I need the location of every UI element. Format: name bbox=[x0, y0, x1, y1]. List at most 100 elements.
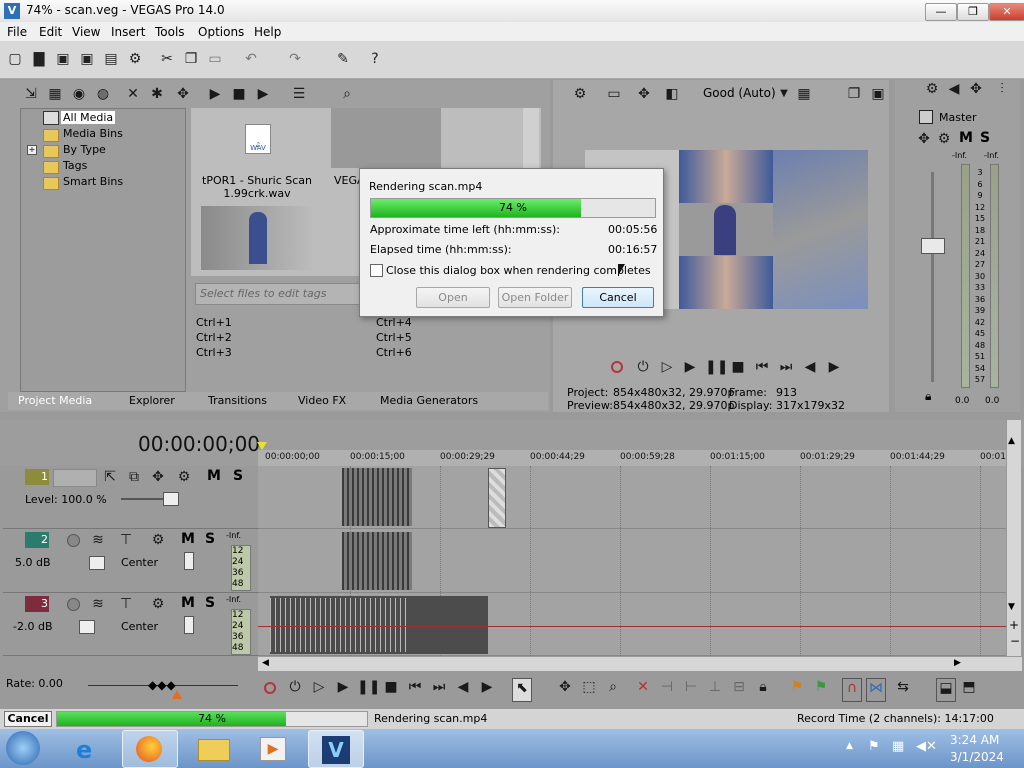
volume-slider-thumb[interactable] bbox=[89, 556, 105, 570]
trim-end-icon[interactable]: ⊢ bbox=[682, 678, 700, 700]
track-mute[interactable]: M bbox=[181, 531, 195, 547]
audio-events-2[interactable] bbox=[342, 532, 412, 590]
open-button[interactable]: Open bbox=[416, 287, 490, 308]
firefox-icon[interactable] bbox=[122, 730, 178, 768]
cut-icon[interactable]: ✂ bbox=[158, 50, 176, 68]
menu-edit[interactable]: Edit bbox=[39, 25, 62, 39]
invert-phase-icon[interactable]: ≋ bbox=[89, 531, 107, 549]
get-media-icon[interactable]: ◉ bbox=[70, 85, 88, 103]
cursor-marker-icon[interactable] bbox=[257, 442, 267, 450]
volume-slider-thumb[interactable] bbox=[79, 620, 95, 634]
stop-icon[interactable]: ■ bbox=[382, 678, 400, 700]
compositing-icon[interactable]: ✥ bbox=[149, 468, 167, 486]
network-icon[interactable]: ▦ bbox=[892, 739, 904, 754]
delete-icon[interactable]: ✕ bbox=[634, 678, 652, 700]
track-settings-icon[interactable]: ⚙ bbox=[149, 595, 167, 613]
close-when-done-checkbox[interactable] bbox=[370, 264, 383, 277]
action-center-icon[interactable]: ⚑ bbox=[868, 739, 880, 754]
menu-help[interactable]: Help bbox=[254, 25, 281, 39]
scroll-up-icon[interactable]: ▲ bbox=[1008, 436, 1015, 446]
media-item-name[interactable]: tPOR1 - Shuric Scan 1.99crk.wav bbox=[201, 174, 313, 200]
track-settings-icon[interactable]: ⚙ bbox=[149, 531, 167, 549]
maximize-button[interactable]: ❐ bbox=[957, 3, 989, 21]
tab-video-fx[interactable]: Video FX bbox=[298, 394, 346, 407]
track-fx-icon[interactable]: ⊤ bbox=[117, 531, 135, 549]
zoom-in-icon[interactable]: + bbox=[1009, 618, 1019, 632]
scroll-down-icon[interactable]: ▼ bbox=[1008, 602, 1015, 612]
external-monitor-icon[interactable]: ▭ bbox=[605, 85, 623, 103]
scroll-left-icon[interactable]: ◀ bbox=[262, 658, 269, 668]
open-folder-button[interactable]: Open Folder bbox=[498, 287, 572, 308]
auto-preview-icon[interactable]: ▶ bbox=[254, 85, 272, 103]
track-name-field[interactable] bbox=[53, 469, 97, 487]
track-fx-icon[interactable]: ⊤ bbox=[117, 595, 135, 613]
play-from-start-icon[interactable]: ▷ bbox=[658, 358, 676, 376]
arm-record-icon[interactable] bbox=[67, 598, 80, 611]
track-solo[interactable]: S bbox=[205, 595, 215, 611]
trim-icon[interactable]: ⊟ bbox=[730, 678, 748, 700]
stop-icon[interactable]: ■ bbox=[729, 358, 747, 376]
go-to-end-icon[interactable]: ⏭ bbox=[430, 678, 448, 700]
master-fader[interactable] bbox=[921, 238, 945, 254]
stop-icon[interactable]: ■ bbox=[230, 85, 248, 103]
views-icon[interactable]: ☰ bbox=[290, 85, 308, 103]
volume-icon[interactable]: ◀✕ bbox=[916, 739, 937, 754]
go-to-end-icon[interactable]: ⏭ bbox=[777, 358, 795, 376]
start-button[interactable] bbox=[6, 731, 40, 765]
import-media-icon[interactable]: ⇲ bbox=[22, 85, 40, 103]
properties-icon[interactable]: ⚙ bbox=[126, 50, 144, 68]
media-item-2[interactable] bbox=[331, 108, 441, 168]
loop-icon[interactable]: ⏻ bbox=[286, 678, 304, 700]
previous-frame-icon[interactable]: ◀ bbox=[454, 678, 472, 700]
internet-explorer-icon[interactable]: e bbox=[62, 730, 116, 766]
split-icon[interactable]: ⊥ bbox=[706, 678, 724, 700]
next-frame-icon[interactable]: ▶ bbox=[825, 358, 843, 376]
properties-icon[interactable]: ✥ bbox=[174, 85, 192, 103]
pan-slider-thumb[interactable] bbox=[184, 552, 194, 570]
pan-slider-thumb[interactable] bbox=[184, 616, 194, 634]
remove-icon[interactable]: ✕ bbox=[124, 85, 142, 103]
tab-transitions[interactable]: Transitions bbox=[208, 394, 267, 407]
play-from-start-icon[interactable]: ▷ bbox=[310, 678, 328, 700]
lock-envelopes-icon[interactable]: ⬓ bbox=[936, 678, 956, 702]
paste-icon[interactable]: ▭ bbox=[206, 50, 224, 68]
timeline-vscroll[interactable]: ▲ ▼ + − bbox=[1006, 420, 1021, 656]
track-motion-icon[interactable]: ⇱ bbox=[101, 468, 119, 486]
scroll-right-icon[interactable]: ▶ bbox=[954, 658, 961, 668]
expand-icon[interactable]: + bbox=[27, 145, 37, 155]
tab-explorer[interactable]: Explorer bbox=[129, 394, 175, 407]
menu-view[interactable]: View bbox=[72, 25, 100, 39]
split-screen-icon[interactable]: ✥ bbox=[635, 85, 653, 103]
play-icon[interactable]: ▶ bbox=[334, 678, 352, 700]
close-when-done-label[interactable]: Close this dialog box when rendering com… bbox=[386, 264, 651, 277]
record-icon[interactable] bbox=[264, 682, 276, 694]
snapping-icon[interactable]: ∩ bbox=[842, 678, 862, 702]
video-events[interactable] bbox=[342, 468, 412, 526]
explorer-icon[interactable] bbox=[186, 730, 240, 766]
track-solo[interactable]: S bbox=[233, 468, 243, 484]
timeline-area[interactable] bbox=[258, 466, 1006, 656]
search-icon[interactable]: ⌕ bbox=[338, 85, 356, 103]
auto-ripple-icon[interactable]: ⇆ bbox=[894, 678, 912, 700]
save-snapshot-icon[interactable]: ▣ bbox=[869, 85, 887, 103]
level-slider-thumb[interactable] bbox=[163, 492, 179, 506]
clock-time[interactable]: 3:24 AM bbox=[950, 733, 999, 747]
tab-project-media[interactable]: Project Media bbox=[18, 394, 92, 407]
tree-item-tags[interactable]: Tags bbox=[63, 159, 87, 172]
menu-tools[interactable]: Tools bbox=[155, 25, 185, 39]
track-fx-icon[interactable]: ⧉ bbox=[125, 468, 143, 486]
redo-icon[interactable]: ↷ bbox=[286, 50, 304, 68]
envelope-tool-icon[interactable]: ✥ bbox=[556, 678, 574, 700]
clock-date[interactable]: 3/1/2024 bbox=[950, 750, 1004, 764]
menu-file[interactable]: File bbox=[7, 25, 27, 39]
invert-phase-icon[interactable]: ≋ bbox=[89, 595, 107, 613]
fx-icon[interactable]: ◧ bbox=[663, 85, 681, 103]
quality-dropdown[interactable]: Good (Auto) bbox=[703, 86, 776, 100]
close-button[interactable]: ✕ bbox=[989, 3, 1024, 21]
capture-icon[interactable]: ▦ bbox=[46, 85, 64, 103]
pause-icon[interactable]: ❚❚ bbox=[705, 358, 728, 376]
volume-envelope[interactable] bbox=[258, 626, 1006, 627]
tab-media-generators[interactable]: Media Generators bbox=[380, 394, 478, 407]
lock-icon[interactable]: 🔒︎ bbox=[925, 389, 931, 404]
tree-item-media-bins[interactable]: Media Bins bbox=[63, 127, 123, 140]
